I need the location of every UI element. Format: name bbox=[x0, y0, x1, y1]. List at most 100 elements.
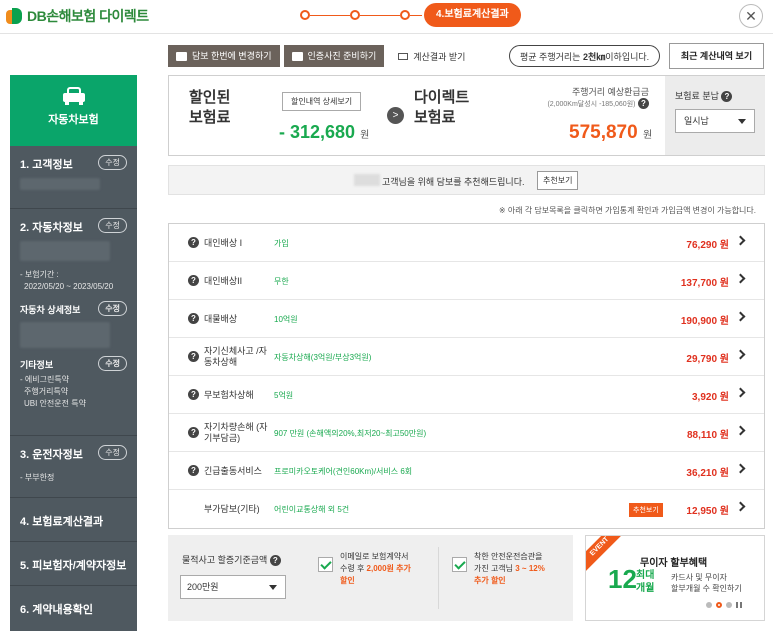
etc-info-title: 기타정보 수정 bbox=[20, 356, 127, 371]
help-icon[interactable]: ? bbox=[638, 98, 649, 110]
chevron-right-icon bbox=[735, 387, 746, 398]
chevron-right-icon bbox=[735, 463, 746, 474]
direct-premium-amount: 575,870 원 bbox=[569, 122, 653, 143]
chevron-right-icon bbox=[735, 311, 746, 322]
safe-driving-text: 착한 안전운전습관을 가진 고객님 3 ~ 12% 추가 할인 bbox=[474, 552, 545, 585]
help-icon[interactable]: ? bbox=[188, 351, 199, 362]
etc-item: - 에비그린특약 bbox=[20, 375, 70, 384]
edit-driver-button[interactable]: 수정 bbox=[98, 445, 127, 460]
chevron-right-icon bbox=[735, 273, 746, 284]
carousel-dot-active[interactable] bbox=[716, 602, 722, 608]
carousel-dot[interactable] bbox=[726, 602, 732, 608]
coverage-row[interactable]: ? 무보험차상해 5억원 3,920 원 bbox=[169, 376, 764, 414]
recommend-bar: 고객님을 위해 담보를 추천해드립니다. 추천보기 bbox=[168, 165, 765, 195]
help-icon[interactable]: ? bbox=[188, 465, 199, 476]
driver-value: - 부부한정 bbox=[20, 473, 55, 482]
chevron-right-icon bbox=[735, 235, 746, 246]
coverage-row[interactable]: ? 대물배상 10억원 190,900 원 bbox=[169, 300, 764, 338]
recent-calc-button[interactable]: 최근 계산내역 보기 bbox=[669, 43, 764, 69]
top-header: DB손해보험 다이렉트 4.보험료계산결과 ✕ bbox=[0, 0, 773, 34]
safe-driving-checkbox[interactable] bbox=[452, 557, 467, 572]
property-threshold-label: 물적사고 할증기준금액 ? bbox=[182, 553, 281, 567]
blurred-info bbox=[20, 178, 100, 190]
event-big-number: 12 bbox=[608, 564, 637, 594]
coverage-note: ※ 아래 각 담보목록을 클릭하면 가입통계 확인과 가입금액 변경이 가능합니… bbox=[498, 206, 756, 215]
help-icon[interactable]: ? bbox=[188, 427, 199, 438]
receive-result-link[interactable]: 계산결과 받기 bbox=[398, 50, 465, 63]
email-discount-checkbox[interactable] bbox=[318, 557, 333, 572]
coverage-table: ? 대인배상 I 가입 76,290 원 ? 대인배상II 무한 137,700… bbox=[168, 223, 765, 529]
sidebar-product: 자동차보험 bbox=[10, 75, 137, 146]
arrow-right-icon: > bbox=[387, 107, 404, 124]
event-banner[interactable]: EVENT 무이자 할부혜택 12 최대 개월 카드사 및 무이자 할부개월 수… bbox=[585, 535, 765, 621]
email-discount-text: 이메일로 보험계약서 수령 후 2,000원 추가 할인 bbox=[340, 552, 411, 585]
recommend-tag[interactable]: 추천보기 bbox=[629, 503, 663, 517]
step-3-dot bbox=[400, 10, 410, 20]
chevron-right-icon bbox=[735, 425, 746, 436]
carousel-dot[interactable] bbox=[706, 602, 712, 608]
mileage-tooltip: 평균 주행거리는 2천㎞이하입니다. bbox=[509, 45, 661, 67]
edit-customer-button[interactable]: 수정 bbox=[98, 155, 127, 170]
event-title: 무이자 할부혜택 bbox=[640, 558, 708, 569]
event-unit: 최대 개월 bbox=[636, 570, 655, 594]
help-icon[interactable]: ? bbox=[188, 237, 199, 248]
help-icon[interactable]: ? bbox=[269, 555, 281, 567]
car-icon bbox=[62, 87, 85, 105]
chevron-down-icon bbox=[738, 119, 746, 125]
coverage-row[interactable]: ? 자기차량손해 (자기부담금) 907 만원 (손해액의20%,최저20~최고… bbox=[169, 414, 764, 452]
chevron-right-icon bbox=[735, 349, 746, 360]
vehicle-detail-title: 자동차 상세정보 수정 bbox=[20, 301, 127, 316]
coverage-row[interactable]: ? 대인배상 I 가입 76,290 원 bbox=[169, 224, 764, 262]
installment-select[interactable]: 일시납 bbox=[675, 109, 755, 134]
sidebar-item-driver[interactable]: 3. 운전자정보 수정 - 부부한정 bbox=[10, 436, 137, 498]
coverage-row[interactable]: ? 긴급출동서비스 프로미카오토케어(견인60Km)/서비스 6회 36,210… bbox=[169, 452, 764, 490]
result-toolbar: 담보 한번에 변경하기 인증사진 준비하기 계산결과 받기 bbox=[168, 45, 465, 67]
coverage-row[interactable]: ? 자기신체사고 /자동차상해 자동차상해(3억원/부상3억원) 29,790 … bbox=[169, 338, 764, 376]
step-indicator: 4.보험료계산결과 bbox=[300, 2, 521, 28]
blurred-name bbox=[354, 174, 380, 186]
sidebar-item-insured[interactable]: 5. 피보험자/계약자정보 bbox=[10, 542, 137, 586]
blurred-info bbox=[20, 322, 110, 348]
etc-item: UBI 안전운전 특약 bbox=[24, 399, 86, 408]
sidebar-item-vehicle[interactable]: 2. 자동차정보 수정 - 보험기간 : 2022/05/20 ~ 2023/0… bbox=[10, 209, 137, 436]
close-icon[interactable]: ✕ bbox=[739, 4, 763, 28]
bottom-options: 물적사고 할증기준금액 ? 200만원 이메일로 보험계약서 수령 후 2,00… bbox=[168, 535, 573, 621]
active-step-label: 4.보험료계산결과 bbox=[424, 3, 521, 27]
help-icon[interactable]: ? bbox=[721, 91, 733, 103]
camera-icon bbox=[291, 51, 303, 61]
premium-summary: 할인된 보험료 할인내역 상세보기 - 312,680 원 > 다이렉트 보험료… bbox=[168, 75, 765, 156]
discounted-premium-title: 할인된 보험료 bbox=[189, 89, 231, 126]
discount-amount: - 312,680 원 bbox=[279, 122, 370, 142]
chevron-right-icon bbox=[735, 501, 746, 512]
logo-text: DB손해보험 다이렉트 bbox=[27, 8, 149, 24]
coverage-row[interactable]: ? 대인배상II 무한 137,700 원 bbox=[169, 262, 764, 300]
help-icon[interactable]: ? bbox=[188, 275, 199, 286]
help-icon[interactable]: ? bbox=[188, 313, 199, 324]
edit-vehicle-detail-button[interactable]: 수정 bbox=[98, 301, 127, 316]
sidebar-item-confirm[interactable]: 6. 계약내용확인 bbox=[10, 586, 137, 630]
help-icon[interactable]: ? bbox=[188, 389, 199, 400]
direct-premium-title: 다이렉트 보험료 bbox=[414, 89, 470, 126]
property-threshold-select[interactable]: 200만원 bbox=[180, 575, 286, 599]
edit-etc-button[interactable]: 수정 bbox=[98, 356, 127, 371]
sidebar-item-result[interactable]: 4. 보험료계산결과 bbox=[10, 498, 137, 542]
pause-icon[interactable] bbox=[736, 602, 742, 608]
step-1-dot bbox=[300, 10, 310, 20]
installment-label: 보험료 분납 ? bbox=[675, 89, 755, 103]
coverage-row[interactable]: 부가담보(기타) 어린이교통상해 외 5건 추천보기 12,950 원 bbox=[169, 490, 764, 528]
step-2-dot bbox=[350, 10, 360, 20]
photo-prep-button[interactable]: 인증사진 준비하기 bbox=[283, 45, 385, 67]
edit-vehicle-button[interactable]: 수정 bbox=[98, 218, 127, 233]
change-coverage-button[interactable]: 담보 한번에 변경하기 bbox=[168, 45, 280, 67]
carousel-dots bbox=[706, 602, 746, 608]
recommend-button[interactable]: 추천보기 bbox=[537, 171, 579, 190]
installment-box: 보험료 분납 ? 일시납 bbox=[665, 76, 765, 155]
sidebar-item-customer[interactable]: 1. 고객정보 수정 bbox=[10, 146, 137, 209]
db-logo-mark-icon bbox=[6, 6, 24, 26]
envelope-icon bbox=[398, 52, 409, 60]
blurred-info bbox=[20, 241, 110, 261]
db-logo[interactable]: DB손해보험 다이렉트 bbox=[6, 6, 149, 26]
discount-detail-button[interactable]: 할인내역 상세보기 bbox=[282, 92, 362, 111]
sliders-icon bbox=[176, 51, 187, 61]
event-desc: 카드사 및 무이자 할부개월 수 확인하기 bbox=[671, 573, 742, 593]
